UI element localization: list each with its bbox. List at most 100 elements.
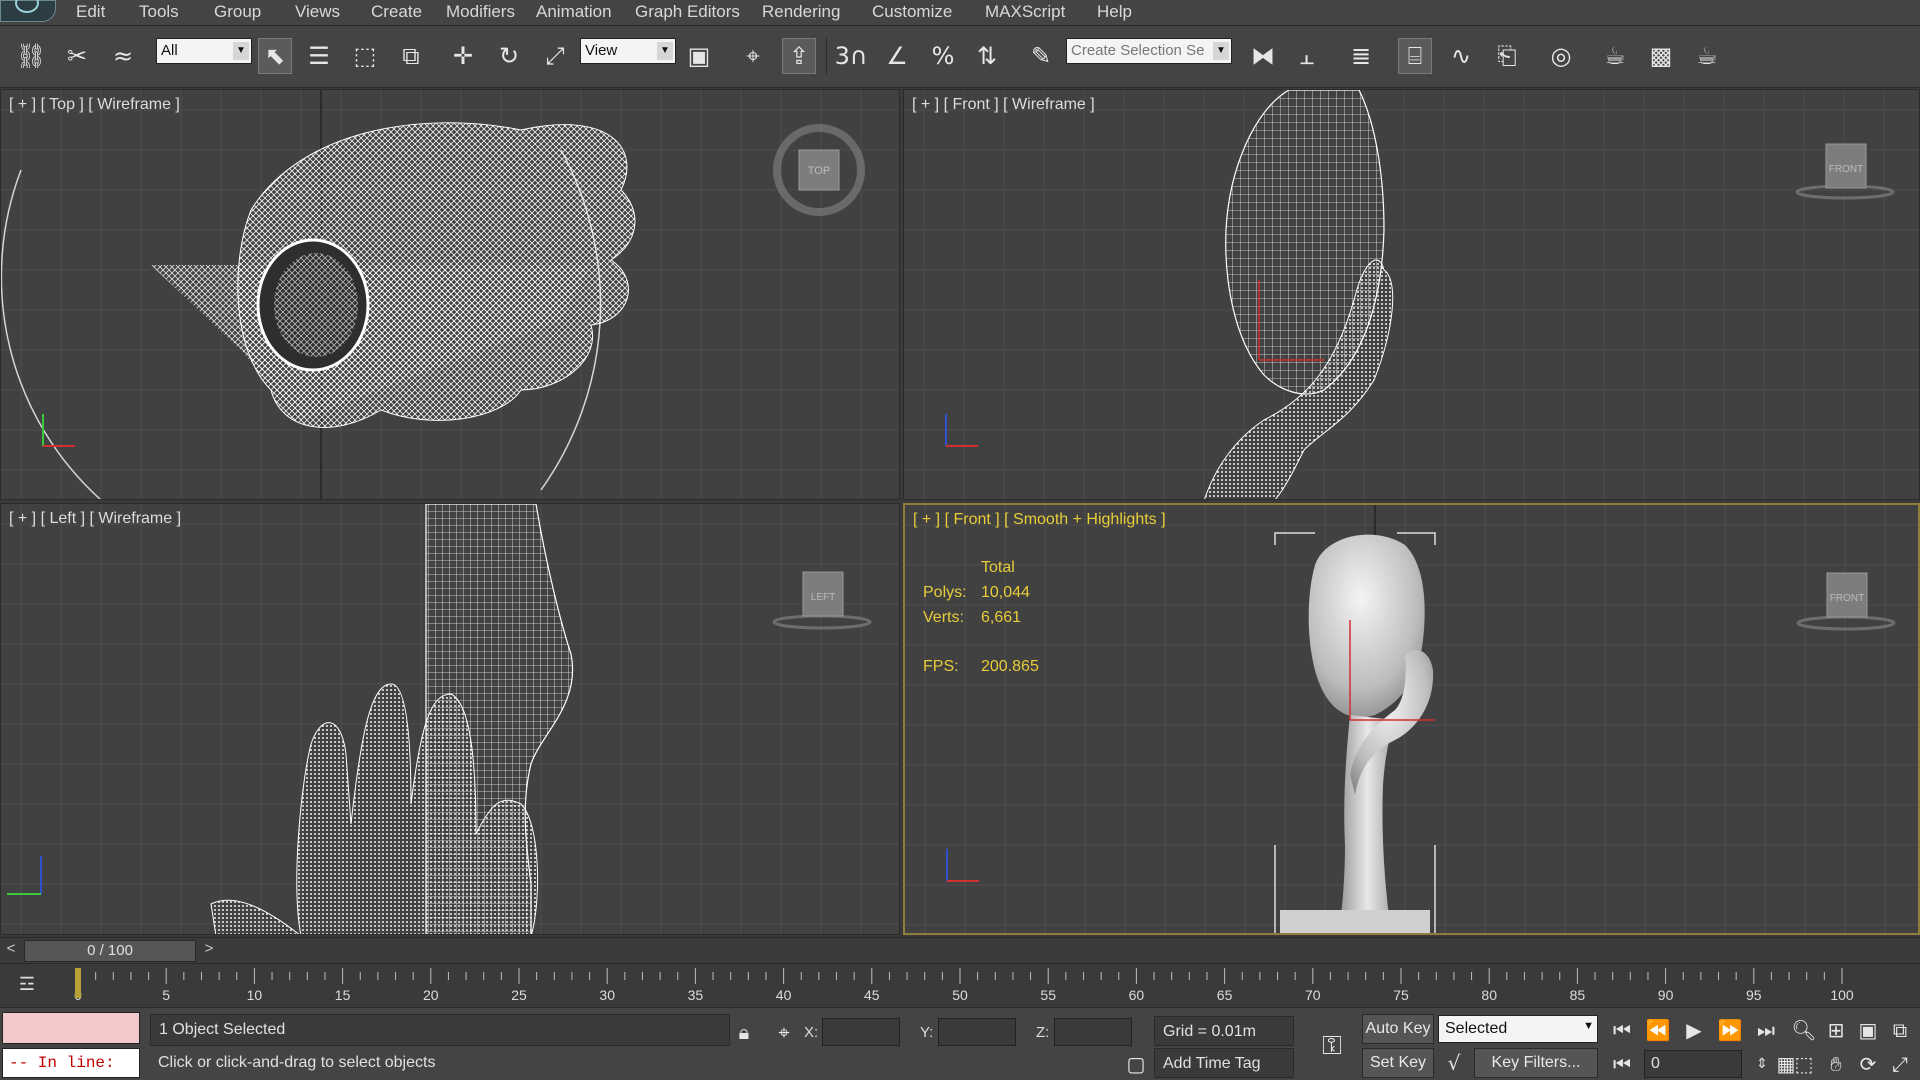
add-time-tag-icon[interactable]: ▢ [1122, 1050, 1150, 1078]
go-to-end-icon[interactable]: ⏭ [1752, 1016, 1780, 1044]
unlink-selection-icon[interactable]: ✂ [60, 38, 94, 74]
menu-customize[interactable]: Customize [872, 2, 952, 22]
app-logo-icon [15, 0, 39, 13]
viewport-label[interactable]: [ + ] [ Front ] [ Wireframe ] [912, 96, 1095, 114]
auto-key-button[interactable]: Auto Key [1362, 1014, 1434, 1044]
x-coord-input[interactable] [822, 1018, 900, 1046]
zoom-all-icon[interactable]: ⊞ [1822, 1016, 1850, 1044]
viewport-left[interactable]: [ + ] [ Left ] [ Wireframe ] LEFT [0, 503, 900, 935]
default-in-out-tangent-icon[interactable]: √ [1440, 1049, 1468, 1077]
prompt-line: Click or click-and-drag to select object… [158, 1054, 436, 1071]
key-filters-button[interactable]: Key Filters... [1474, 1048, 1598, 1078]
maximize-viewport-icon[interactable]: ⤢ [1886, 1050, 1914, 1078]
zoom-extents-all-icon[interactable]: ⧉ [1886, 1016, 1914, 1044]
zoom-region-icon[interactable]: ⬚ [1790, 1050, 1818, 1078]
select-object-icon[interactable]: ⬉ [258, 38, 292, 74]
menu-rendering[interactable]: Rendering [762, 2, 840, 22]
absolute-mode-transform-icon[interactable]: ⌖ [770, 1018, 798, 1046]
menu-help[interactable]: Help [1097, 2, 1132, 22]
use-pivot-point-center-icon[interactable]: ▣ [682, 38, 716, 74]
trackbar-tick-label: 35 [688, 987, 704, 1003]
add-time-tag-field[interactable]: Add Time Tag [1154, 1048, 1294, 1078]
render-production-icon[interactable]: ☕ [1690, 38, 1724, 74]
angle-snap-icon[interactable]: ∠ [880, 38, 914, 74]
viewport-label[interactable]: [ + ] [ Front ] [ Smooth + Highlights ] [913, 511, 1166, 529]
menu-create[interactable]: Create [371, 2, 422, 22]
select-and-rotate-icon[interactable]: ↻ [492, 38, 526, 74]
menu-modifiers[interactable]: Modifiers [446, 2, 515, 22]
previous-frame-icon[interactable]: ⏪ [1644, 1016, 1672, 1044]
select-by-name-icon[interactable]: ☰ [302, 38, 336, 74]
curve-editor-icon[interactable]: ∿ [1444, 38, 1478, 74]
menu-views[interactable]: Views [295, 2, 340, 22]
menu-animation[interactable]: Animation [536, 2, 612, 22]
orbit-icon[interactable]: ⟳ [1854, 1050, 1882, 1078]
maxscript-listener-output[interactable]: -- In line: [2, 1048, 140, 1078]
manage-layers-icon[interactable]: ≣ [1344, 38, 1378, 74]
viewcube[interactable]: LEFT [767, 564, 877, 644]
next-frame-icon[interactable]: ⏩ [1716, 1016, 1744, 1044]
window-crossing-icon[interactable]: ⧉ [394, 38, 428, 74]
go-to-start-icon[interactable]: ⏮ [1608, 1016, 1636, 1044]
snaps-toggle-icon[interactable]: 3 ∩ [834, 38, 868, 74]
viewport-front-shaded[interactable]: [ + ] [ Front ] [ Smooth + Highlights ] … [903, 503, 1920, 935]
select-and-move-icon[interactable]: ✛ [446, 38, 480, 74]
key-mode-toggle-icon[interactable]: ⏮ [1608, 1050, 1636, 1078]
menu-tools[interactable]: Tools [139, 2, 179, 22]
keyboard-shortcut-override-icon[interactable]: ⇪ [782, 38, 816, 74]
percent-snap-icon[interactable]: % [926, 38, 960, 74]
application-button[interactable] [0, 0, 56, 22]
menu-graph-editors[interactable]: Graph Editors [635, 2, 740, 22]
trackbar[interactable]: ☲ 05101520253035404550556065707580859095… [0, 963, 1920, 1007]
maxscript-listener-input[interactable] [2, 1012, 140, 1044]
menu-edit[interactable]: Edit [76, 2, 105, 22]
current-frame-spinner[interactable]: 0 [1644, 1050, 1742, 1078]
viewcube[interactable]: FRONT [1791, 565, 1901, 645]
time-slider-prev-button[interactable]: < [2, 940, 20, 960]
viewport-top[interactable]: [ + ] [ Top ] [ Wireframe ] TOP [0, 89, 900, 500]
viewport-label[interactable]: [ + ] [ Top ] [ Wireframe ] [9, 96, 180, 114]
viewport-label[interactable]: [ + ] [ Left ] [ Wireframe ] [9, 510, 181, 528]
viewcube-face-label: TOP [808, 165, 830, 177]
spinner-snap-icon[interactable]: ⇅ [970, 38, 1004, 74]
bind-to-space-warp-icon[interactable]: ≈ [106, 38, 140, 74]
time-slider-thumb[interactable]: 0 / 100 [24, 940, 196, 962]
trackbar-tick-label: 65 [1217, 987, 1233, 1003]
schematic-view-icon[interactable]: ⎗ [1490, 38, 1524, 74]
selection-count-field: 1 Object Selected [150, 1014, 730, 1046]
viewcube[interactable]: TOP [769, 120, 869, 220]
menu-group[interactable]: Group [214, 2, 261, 22]
set-key-button[interactable]: Set Key [1362, 1048, 1434, 1078]
zoom-extents-icon[interactable]: ▣ [1854, 1016, 1882, 1044]
z-coord-input[interactable] [1054, 1018, 1132, 1046]
mirror-icon[interactable]: ⧓ [1246, 38, 1280, 74]
fps-value: 200.865 [981, 658, 1039, 675]
select-and-manipulate-icon[interactable]: ⌖ [736, 38, 770, 74]
play-icon[interactable]: ▶ [1680, 1016, 1708, 1044]
select-and-link-icon[interactable]: ⛓ [14, 38, 48, 74]
scene-explorer-icon[interactable]: ⌸ [1398, 38, 1432, 74]
reference-coordinate-dropdown[interactable]: View ▼ [580, 38, 676, 64]
chevron-down-icon: ▼ [233, 42, 249, 60]
selection-lock-icon[interactable]: 🔒︎ [730, 1018, 758, 1046]
z-coord-label: Z: [1036, 1024, 1050, 1041]
rendered-frame-window-icon[interactable]: ▩ [1644, 38, 1678, 74]
select-and-scale-icon[interactable]: ⤢ [538, 38, 572, 74]
rectangular-selection-icon[interactable]: ⬚ [348, 38, 382, 74]
key-mode-dropdown[interactable]: Selected ▼ [1438, 1015, 1598, 1043]
align-icon[interactable]: ⫠ [1290, 38, 1324, 74]
viewcube[interactable]: FRONT [1790, 130, 1900, 210]
render-setup-icon[interactable]: ☕ [1598, 38, 1632, 74]
y-coord-input[interactable] [938, 1018, 1016, 1046]
set-key-mode-icon[interactable]: ⚿ [1312, 1032, 1352, 1060]
time-slider-next-button[interactable]: > [200, 940, 218, 960]
zoom-icon[interactable]: 🔍︎ [1790, 1016, 1818, 1044]
pan-view-icon[interactable]: ✋︎ [1822, 1050, 1850, 1078]
named-selection-dropdown[interactable]: Create Selection Se ▼ [1066, 38, 1232, 64]
menu-maxscript[interactable]: MAXScript [985, 2, 1065, 22]
edit-named-selection-icon[interactable]: ✎ [1024, 38, 1058, 74]
selection-filter-dropdown[interactable]: All ▼ [156, 38, 252, 64]
viewport-front[interactable]: [ + ] [ Front ] [ Wireframe ] FRONT [903, 89, 1920, 500]
trackbar-tick-label: 70 [1305, 987, 1321, 1003]
material-editor-icon[interactable]: ◎ [1544, 38, 1578, 74]
